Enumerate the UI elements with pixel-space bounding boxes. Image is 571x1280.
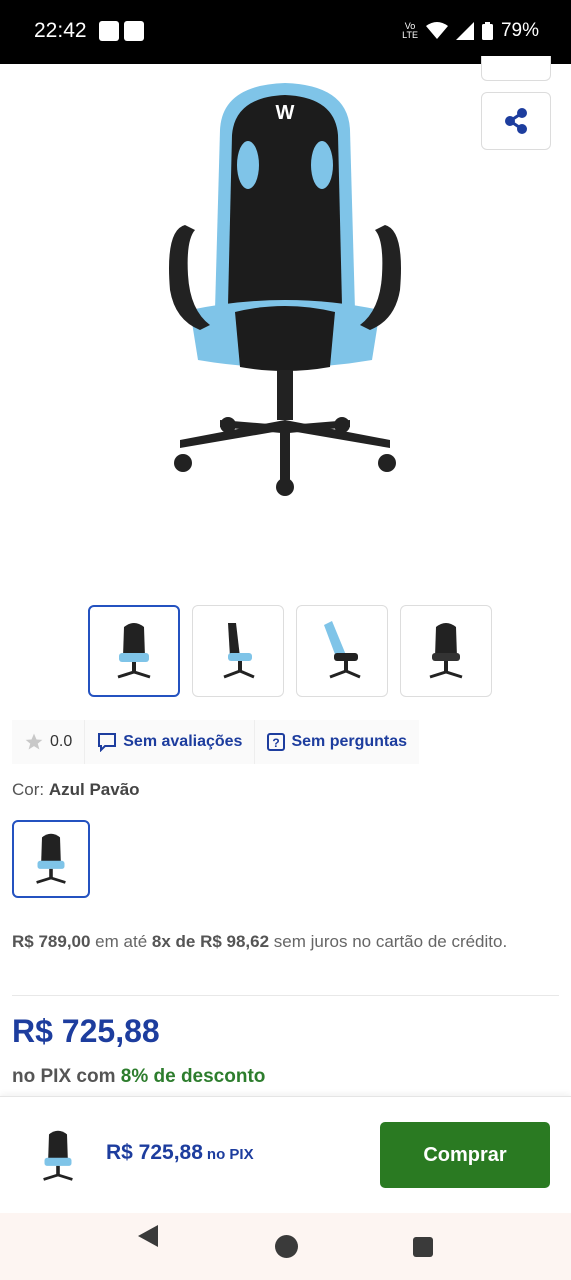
thumbnail-side[interactable] <box>192 605 284 697</box>
favorite-button[interactable] <box>481 56 551 81</box>
chair-front-icon <box>117 623 151 679</box>
buy-button[interactable]: Comprar <box>380 1122 550 1188</box>
signal-icon <box>455 22 474 40</box>
purchase-bar-price: R$ 725,88 no PIX <box>106 1141 254 1165</box>
pix-discount-line: no PIX com 8% de desconto <box>12 1066 265 1088</box>
purchase-bar-pix-label: no PIX <box>206 1146 254 1163</box>
thumbnail-front[interactable] <box>88 605 180 697</box>
color-label-prefix: Cor: <box>12 780 45 799</box>
questions-link[interactable]: ? Sem perguntas <box>255 720 419 764</box>
purchase-bar-thumbnail <box>20 1121 96 1191</box>
rating-value: 0.0 <box>50 733 73 750</box>
chair-small-icon <box>43 1130 73 1181</box>
chair-swatch-icon <box>36 833 66 884</box>
battery-icon <box>481 22 493 40</box>
volte-indicator: Vo LTE <box>402 21 418 40</box>
questions-label: Sem perguntas <box>291 733 408 750</box>
pix-price: R$ 725,88 <box>12 1013 160 1049</box>
star-icon <box>25 733 43 750</box>
full-price: R$ 789,00 <box>12 932 91 951</box>
question-icon: ? <box>267 733 286 751</box>
rating-row: 0.0 Sem avaliações ? Sem perguntas <box>12 720 420 764</box>
image-thumbnails <box>88 605 492 697</box>
product-hero-image[interactable]: W <box>150 75 420 505</box>
share-button[interactable] <box>481 92 551 150</box>
svg-text:W: W <box>276 102 295 124</box>
pix-prefix: no PIX com <box>12 1066 121 1087</box>
chair-side-icon <box>223 623 255 679</box>
thumbnail-back[interactable] <box>400 605 492 697</box>
color-option-selected[interactable] <box>12 820 90 898</box>
rating-score: 0.0 <box>12 720 86 764</box>
color-value: Azul Pavão <box>48 780 140 799</box>
purchase-bar: R$ 725,88 no PIX Comprar <box>0 1096 571 1213</box>
installment-plan: 8x de R$ 98,62 <box>151 932 270 951</box>
back-icon[interactable] <box>138 1225 158 1247</box>
home-icon[interactable] <box>275 1235 298 1258</box>
installments-text-suffix: sem juros no cartão de crédito. <box>269 932 508 951</box>
wifi-icon <box>425 22 448 39</box>
chair-back-icon <box>429 623 463 679</box>
recent-apps-icon[interactable] <box>413 1237 433 1257</box>
clock: 22:42 <box>34 19 87 42</box>
svg-text:?: ? <box>273 736 280 750</box>
chair-reclined-icon <box>324 621 361 679</box>
reviews-label: Sem avaliações <box>123 733 243 750</box>
notification-icon <box>99 21 119 41</box>
installments-text: em até <box>90 932 152 951</box>
share-icon <box>505 108 527 134</box>
installments-info: R$ 789,00 em até 8x de R$ 98,62 sem juro… <box>12 927 552 956</box>
purchase-bar-price-value: R$ 725,88 <box>106 1141 203 1164</box>
color-label: Cor: Azul Pavão <box>12 780 140 800</box>
battery-level: 79% <box>500 20 539 41</box>
thumbnail-reclined[interactable] <box>296 605 388 697</box>
pix-discount: 8% de desconto <box>120 1066 266 1087</box>
comment-icon <box>98 733 117 752</box>
status-bar: 22:42 Vo LTE 79% <box>0 0 571 64</box>
notification-icon <box>124 21 144 41</box>
divider <box>12 995 559 996</box>
reviews-link[interactable]: Sem avaliações <box>85 720 256 764</box>
